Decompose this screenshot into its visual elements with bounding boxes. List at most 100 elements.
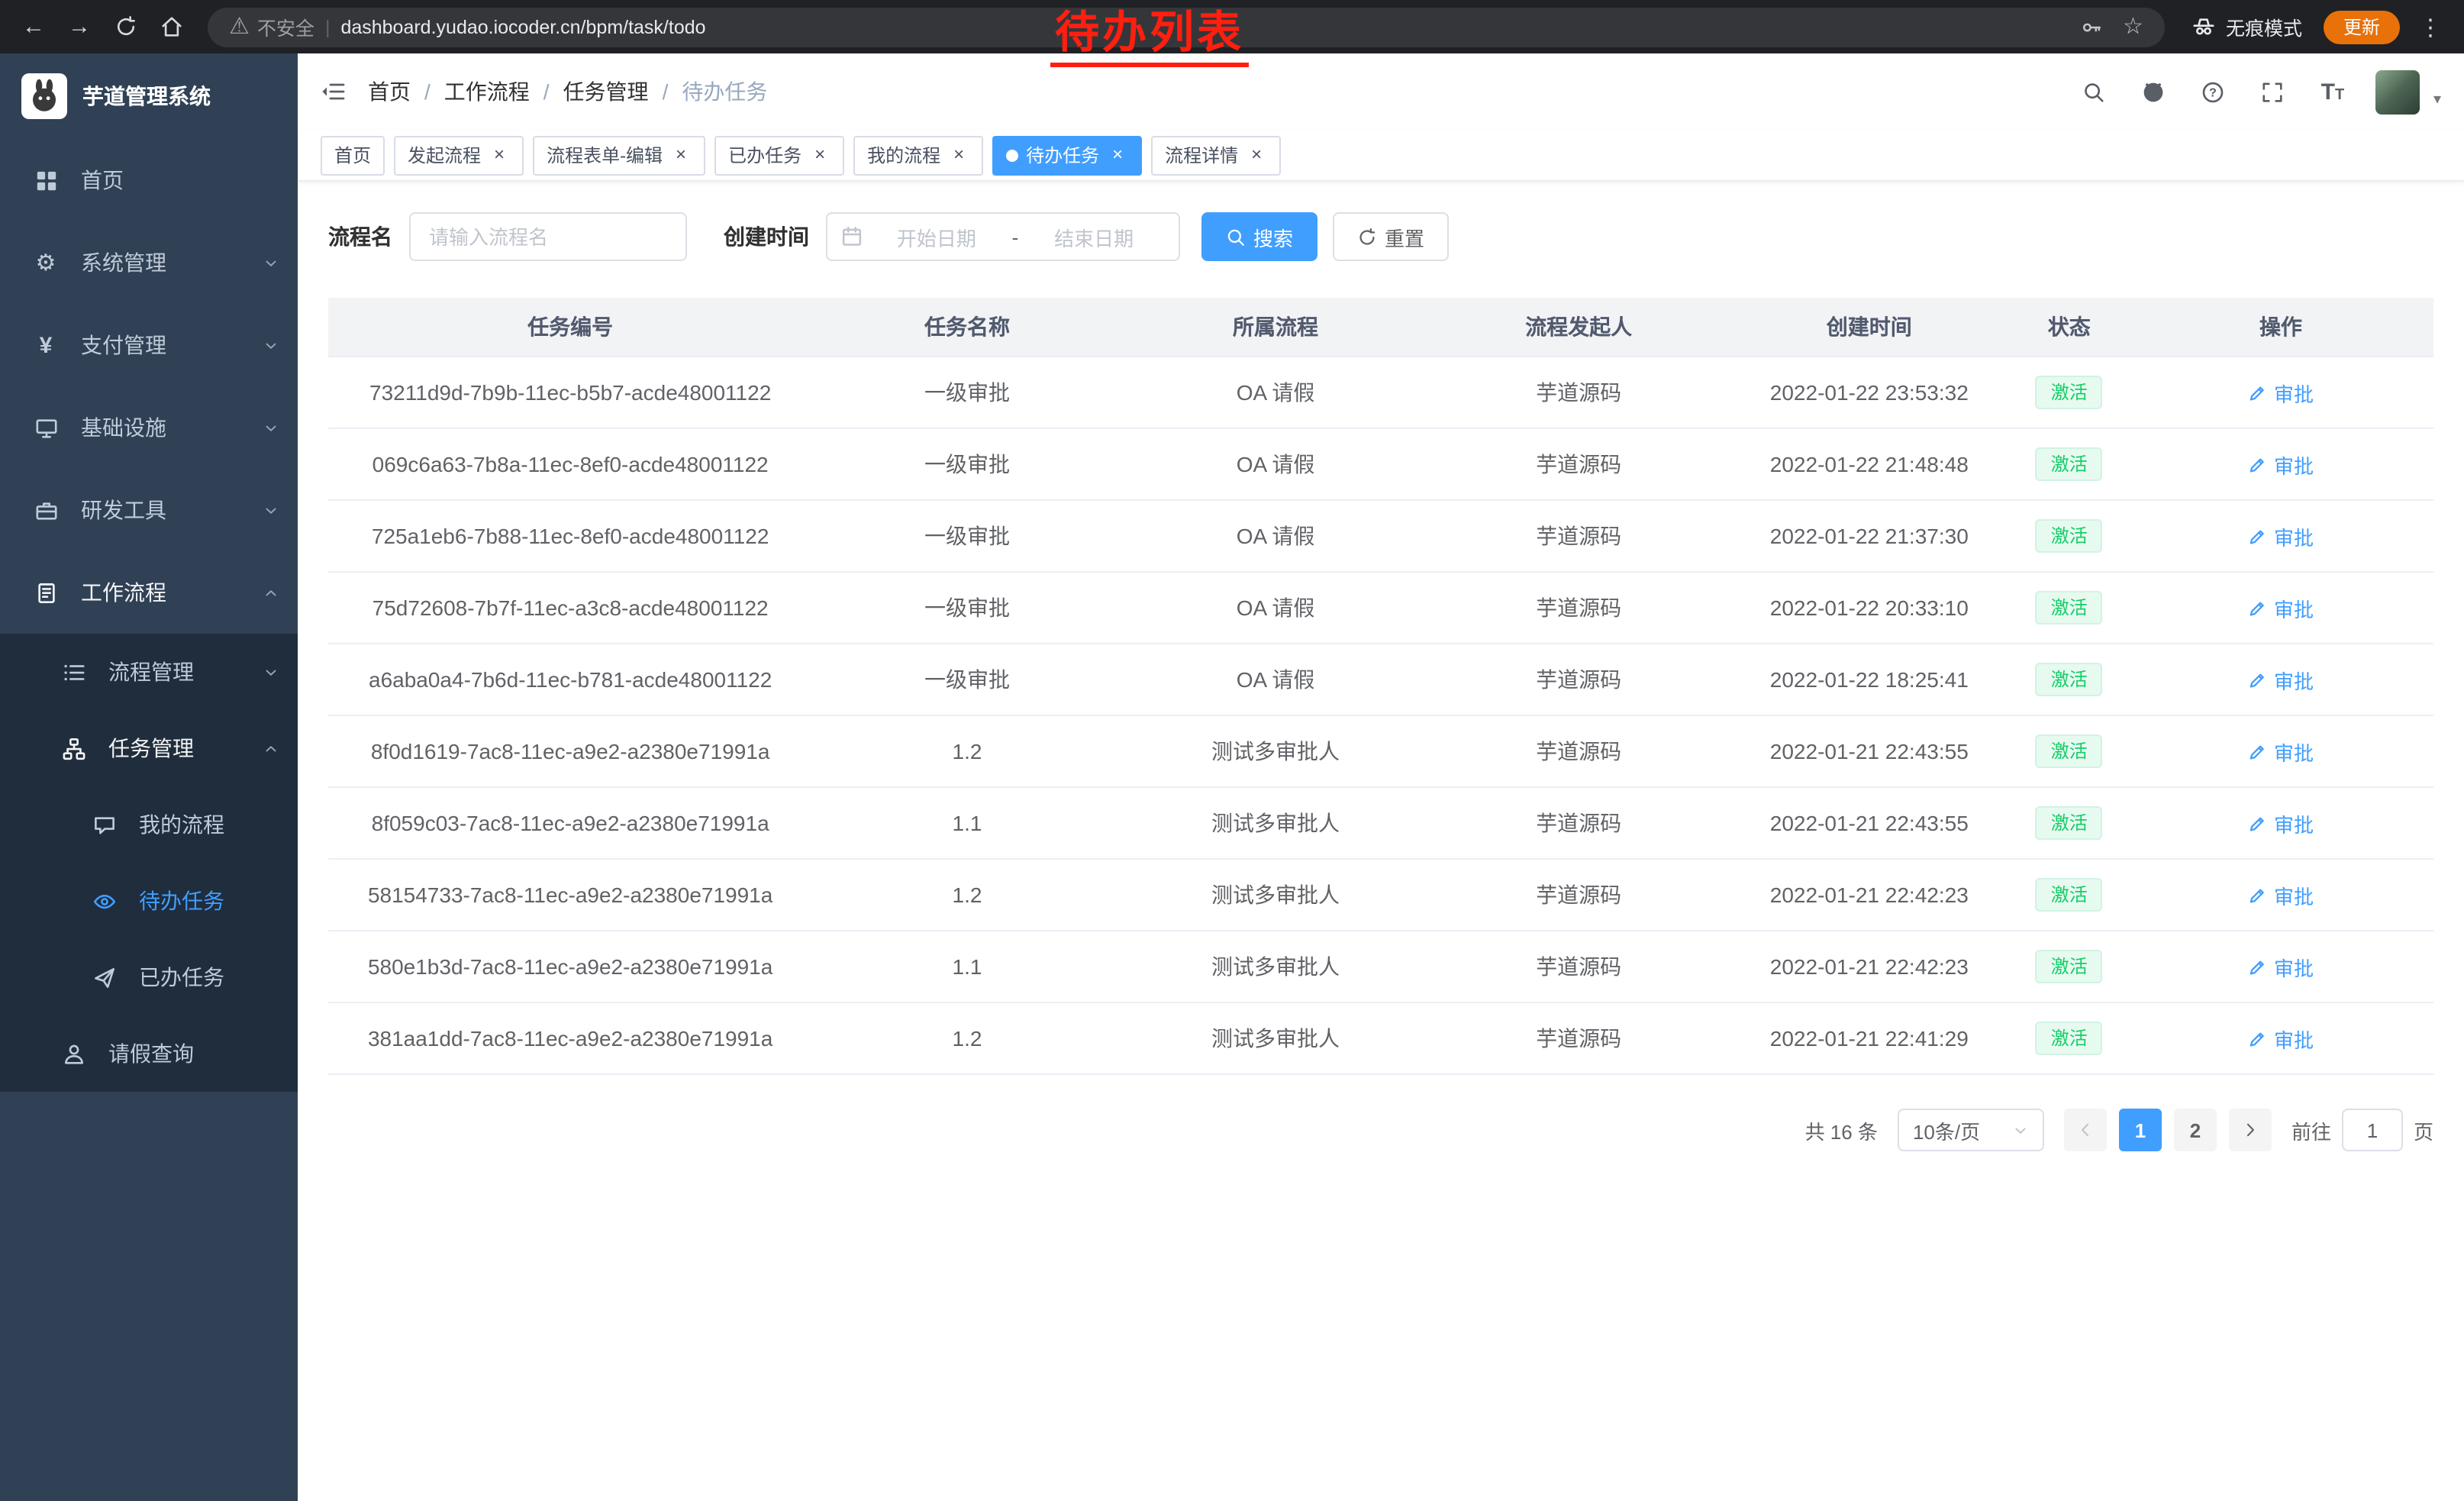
close-icon[interactable]: × [489, 144, 510, 166]
goto-page: 前往 页 [2291, 1109, 2433, 1151]
pencil-icon [2248, 526, 2268, 546]
breadcrumb-separator: / [663, 79, 669, 104]
bookmark-star-icon[interactable]: ☆ [2123, 15, 2143, 38]
approve-link[interactable]: 审批 [2248, 450, 2314, 479]
end-date-input[interactable]: 结束日期 [1023, 222, 1165, 251]
sidebar-item-task-manage[interactable]: 任务管理 [0, 710, 298, 786]
cell-task-id: 73211d9d-7b9b-11ec-b5b7-acde48001122 [328, 380, 812, 405]
caret-down-icon[interactable]: ▾ [2433, 91, 2441, 114]
start-date-input[interactable]: 开始日期 [866, 222, 1008, 251]
cell-process: OA 请假 [1122, 377, 1430, 408]
breadcrumb-item[interactable]: 工作流程 [444, 76, 530, 107]
date-range-picker[interactable]: 开始日期 - 结束日期 [826, 212, 1180, 261]
process-name-input[interactable] [409, 212, 687, 261]
fullscreen-icon[interactable] [2256, 75, 2290, 108]
monitor-icon [31, 416, 61, 439]
tab[interactable]: 我的流程× [853, 135, 983, 175]
tab[interactable]: 首页 [321, 135, 385, 175]
approve-link[interactable]: 审批 [2248, 809, 2314, 838]
column-header: 流程发起人 [1429, 311, 1728, 342]
cell-action: 审批 [2128, 1024, 2433, 1053]
sidebar-item-infra[interactable]: 基础设施 [0, 386, 298, 469]
tab[interactable]: 已办任务× [714, 135, 844, 175]
tab[interactable]: 待办任务× [992, 135, 1142, 175]
browser-menu-icon[interactable]: ⋮ [2409, 5, 2452, 48]
approve-link[interactable]: 审批 [2248, 593, 2314, 622]
sidebar-item-workflow[interactable]: 工作流程 [0, 551, 298, 634]
sidebar-item-leave-query[interactable]: 请假查询 [0, 1015, 298, 1092]
column-header: 任务名称 [812, 311, 1121, 342]
top-navbar: 首页/工作流程/任务管理/待办任务 ? TT ▾ [298, 53, 2464, 130]
sidebar-item-my-process[interactable]: 我的流程 [0, 786, 298, 863]
search-icon[interactable] [2078, 75, 2111, 108]
sidebar-item-done-tasks[interactable]: 已办任务 [0, 939, 298, 1015]
sidebar-item-todo-tasks[interactable]: 待办任务 [0, 863, 298, 939]
chevron-up-icon [263, 584, 279, 601]
close-icon[interactable]: × [1246, 144, 1267, 166]
search-icon [1226, 227, 1246, 247]
search-button[interactable]: 搜索 [1201, 212, 1317, 261]
pencil-icon [2248, 885, 2268, 905]
cell-action: 审批 [2128, 450, 2433, 479]
close-icon[interactable]: × [809, 144, 830, 166]
prev-page-button[interactable] [2064, 1109, 2107, 1151]
approve-link[interactable]: 审批 [2248, 521, 2314, 550]
key-icon[interactable] [2080, 16, 2101, 37]
reset-button[interactable]: 重置 [1333, 212, 1449, 261]
cell-status: 激活 [2011, 447, 2128, 481]
home-icon[interactable] [150, 5, 192, 48]
cell-action: 审批 [2128, 665, 2433, 694]
app-logo[interactable]: 芋道管理系统 [0, 53, 298, 139]
github-icon[interactable] [2137, 75, 2171, 108]
sidebar-item-home[interactable]: 首页 [0, 139, 298, 221]
approve-link[interactable]: 审批 [2248, 737, 2314, 766]
goto-page-input[interactable] [2342, 1109, 2403, 1151]
approve-link[interactable]: 审批 [2248, 665, 2314, 694]
sidebar-item-process-manage[interactable]: 流程管理 [0, 634, 298, 710]
goto-label: 前往 [2291, 1115, 2331, 1144]
font-size-icon[interactable]: TT [2316, 75, 2350, 108]
forward-icon[interactable]: → [58, 5, 101, 48]
cell-task-id: a6aba0a4-7b6d-11ec-b781-acde48001122 [328, 667, 812, 692]
sidebar-item-label: 已办任务 [139, 962, 224, 993]
approve-link[interactable]: 审批 [2248, 880, 2314, 909]
avatar[interactable] [2375, 69, 2420, 114]
workflow-icon [31, 581, 61, 604]
cell-starter: 芋道源码 [1429, 808, 1728, 838]
cell-starter: 芋道源码 [1429, 880, 1728, 910]
tab[interactable]: 流程表单-编辑× [533, 135, 705, 175]
close-icon[interactable]: × [1107, 144, 1128, 166]
table-row: 8f059c03-7ac8-11ec-a9e2-a2380e71991a1.1测… [328, 788, 2433, 860]
cell-created: 2022-01-21 22:43:55 [1728, 811, 2011, 835]
back-icon[interactable]: ← [12, 5, 55, 48]
update-button[interactable]: 更新 [2324, 10, 2400, 44]
sidebar-item-devtools[interactable]: 研发工具 [0, 469, 298, 551]
cell-process: OA 请假 [1122, 592, 1430, 623]
page-number-button[interactable]: 2 [2174, 1109, 2217, 1151]
sidebar-item-payment[interactable]: ¥支付管理 [0, 304, 298, 386]
sidebar-toggle-icon[interactable] [321, 79, 345, 104]
tab[interactable]: 发起流程× [394, 135, 524, 175]
help-icon[interactable]: ? [2197, 75, 2230, 108]
sidebar-menu: 首页⚙系统管理¥支付管理基础设施研发工具工作流程流程管理任务管理我的流程待办任务… [0, 139, 298, 1092]
close-icon[interactable]: × [948, 144, 969, 166]
navbar-tools: ? TT ▾ [2078, 69, 2441, 114]
breadcrumb-item[interactable]: 首页 [368, 76, 411, 107]
cell-status: 激活 [2011, 1022, 2128, 1055]
next-page-button[interactable] [2229, 1109, 2272, 1151]
approve-link[interactable]: 审批 [2248, 952, 2314, 981]
cell-task-id: 580e1b3d-7ac8-11ec-a9e2-a2380e71991a [328, 954, 812, 979]
chevron-down-icon [263, 254, 279, 271]
status-badge: 激活 [2036, 734, 2103, 768]
approve-link[interactable]: 审批 [2248, 378, 2314, 407]
approve-link[interactable]: 审批 [2248, 1024, 2314, 1053]
page-number-button[interactable]: 1 [2119, 1109, 2162, 1151]
reload-icon[interactable] [104, 5, 147, 48]
sidebar-item-system[interactable]: ⚙系统管理 [0, 221, 298, 304]
page-size-select[interactable]: 10条/页 [1898, 1109, 2044, 1151]
close-icon[interactable]: × [670, 144, 692, 166]
tab[interactable]: 流程详情× [1151, 135, 1281, 175]
chevron-up-icon [263, 740, 279, 757]
cell-process: OA 请假 [1122, 521, 1430, 551]
breadcrumb-item[interactable]: 任务管理 [563, 76, 649, 107]
